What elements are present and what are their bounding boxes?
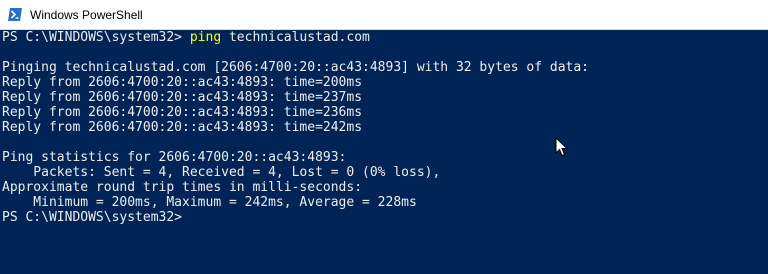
command-line: PS C:\WINDOWS\system32> ping technicalus… [2, 30, 370, 45]
mouse-pointer-icon [555, 137, 569, 157]
console-line: Ping statistics for 2606:4700:20::ac43:4… [2, 150, 347, 165]
powershell-window: Windows PowerShell PS C:\WINDOWS\system3… [0, 0, 768, 274]
console-prompt-line: PS C:\WINDOWS\system32> [2, 210, 183, 225]
console-line: Reply from 2606:4700:20::ac43:4893: time… [2, 120, 363, 135]
console-line: Reply from 2606:4700:20::ac43:4893: time… [2, 75, 363, 90]
console-line: Approximate round trip times in milli-se… [2, 180, 363, 195]
window-title: Windows PowerShell [30, 8, 143, 22]
console-output[interactable]: PS C:\WINDOWS\system32> ping technicalus… [0, 30, 768, 274]
prompt: PS C:\WINDOWS\system32> [2, 30, 190, 45]
command-argument: technicalustad.com [221, 30, 370, 45]
console-line: Reply from 2606:4700:20::ac43:4893: time… [2, 105, 363, 120]
console-line: Minimum = 200ms, Maximum = 242ms, Averag… [2, 195, 417, 210]
title-bar[interactable]: Windows PowerShell [0, 0, 768, 30]
powershell-icon [8, 8, 22, 21]
console-line: Reply from 2606:4700:20::ac43:4893: time… [2, 90, 363, 105]
console-line: Packets: Sent = 4, Received = 4, Lost = … [2, 165, 441, 180]
command-name: ping [189, 30, 222, 45]
console-line: Pinging technicalustad.com [2606:4700:20… [2, 60, 589, 75]
